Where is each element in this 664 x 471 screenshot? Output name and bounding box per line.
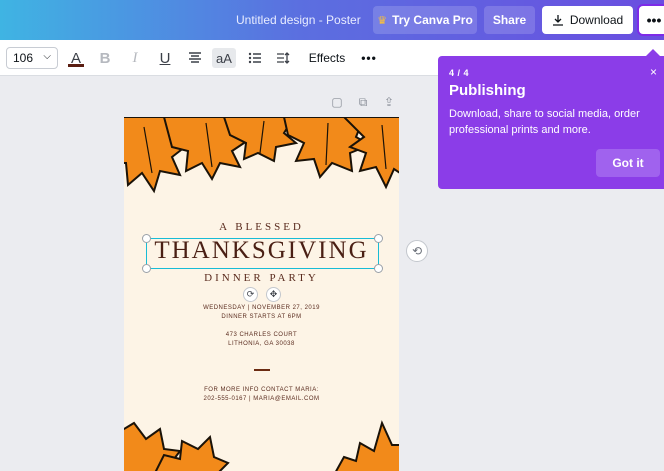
resize-handle-top-left[interactable] [142, 234, 151, 243]
poster-date-block[interactable]: WEDNESDAY | NOVEMBER 27, 2019 DINNER STA… [124, 304, 399, 322]
text-selection-box[interactable] [142, 234, 383, 273]
tooltip-arrow [646, 49, 660, 56]
poster-address-block[interactable]: 473 CHARLES COURT LITHONIA, GA 30038 [124, 331, 399, 349]
close-icon[interactable]: × [650, 65, 657, 79]
tooltip-body: Download, share to social media, order p… [449, 108, 640, 136]
tooltip-title: Publishing [449, 82, 526, 99]
poster-contact-block[interactable]: FOR MORE INFO CONTACT MARIA: 202-555-016… [124, 386, 399, 404]
add-page-icon[interactable]: ⇪ [381, 95, 397, 109]
comment-add-icon[interactable]: ⟲ [406, 240, 428, 262]
crown-icon: ♛ [377, 14, 388, 27]
top-bar: Untitled design - Poster ♛ Try Canva Pro… [0, 0, 664, 40]
poster-subtitle-bottom[interactable]: DINNER PARTY [124, 272, 399, 284]
poster-address-line2: LITHONIA, GA 30038 [228, 341, 295, 347]
more-options-button[interactable]: ••• [639, 6, 664, 34]
line-spacing-icon [277, 52, 290, 64]
poster-contact-line2: 202-555-0167 | MARIA@EMAIL.COM [203, 396, 320, 402]
publishing-tooltip: 4 / 4 × Publishing Download, share to so… [438, 49, 664, 189]
effects-button[interactable]: Effects [309, 48, 345, 68]
align-center-button[interactable] [185, 48, 205, 68]
align-center-icon [189, 52, 201, 63]
bottom-leaves-graphic[interactable] [124, 415, 399, 471]
rotate-icon[interactable]: ⟳ [243, 287, 258, 302]
design-title[interactable]: Untitled design - Poster [236, 13, 361, 27]
underline-button[interactable]: U [156, 48, 174, 68]
try-canva-pro-button[interactable]: ♛ Try Canva Pro [373, 6, 477, 34]
resize-handle-top-right[interactable] [374, 234, 383, 243]
italic-button[interactable]: I [126, 48, 144, 68]
try-canva-pro-label: Try Canva Pro [392, 13, 473, 27]
page-actions: ▢ ⧉ ⇪ [329, 95, 397, 110]
text-color-swatch [68, 64, 84, 67]
resize-handle-bottom-left[interactable] [142, 264, 151, 273]
font-size-value: 106 [13, 51, 34, 65]
poster-date: WEDNESDAY | NOVEMBER 27, 2019 [203, 305, 320, 311]
chevron-down-icon: ⌵ [43, 51, 51, 62]
text-color-button[interactable]: A [66, 48, 86, 68]
add-note-icon[interactable]: ▢ [329, 95, 345, 109]
move-icon[interactable]: ✥ [266, 287, 281, 302]
poster-divider[interactable] [254, 369, 270, 371]
poster-subtitle-top[interactable]: A BLESSED [124, 221, 399, 233]
download-button[interactable]: Download [542, 6, 633, 34]
font-size-select[interactable]: 106 ⌵ [6, 47, 58, 69]
letter-case-button[interactable]: aA [212, 48, 236, 68]
top-leaves-graphic[interactable] [124, 117, 399, 207]
poster-contact-line1: FOR MORE INFO CONTACT MARIA: [204, 387, 319, 393]
share-button[interactable]: Share [484, 6, 535, 34]
spacing-button[interactable] [273, 48, 293, 68]
download-label: Download [569, 13, 624, 27]
bullet-list-icon [248, 52, 261, 64]
got-it-button[interactable]: Got it [596, 149, 660, 177]
poster-time: DINNER STARTS AT 6PM [221, 314, 302, 320]
toolbar-more-button[interactable]: ••• [360, 48, 378, 68]
list-button[interactable] [245, 48, 265, 68]
tooltip-step-counter: 4 / 4 [449, 68, 470, 78]
download-icon [552, 15, 563, 26]
bold-button[interactable]: B [96, 48, 114, 68]
poster-address-line1: 473 CHARLES COURT [225, 332, 298, 338]
resize-handle-bottom-right[interactable] [374, 264, 383, 273]
poster-canvas[interactable]: A BLESSED THANKSGIVING DINNER PARTY WEDN… [124, 117, 399, 471]
duplicate-page-icon[interactable]: ⧉ [355, 95, 371, 109]
